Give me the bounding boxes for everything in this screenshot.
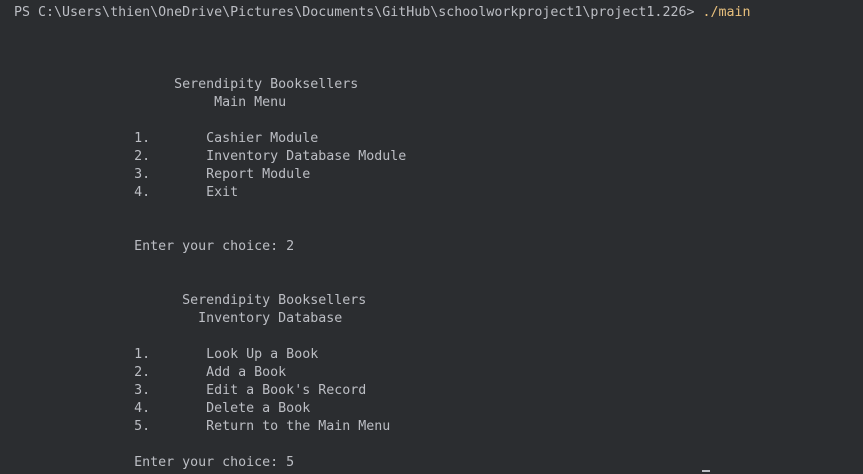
terminal-window[interactable]: PS C:\Users\thien\OneDrive\Pictures\Docu… [0, 0, 863, 474]
output-line: Serendipity Booksellers [14, 293, 367, 308]
text-cursor [702, 470, 710, 472]
output-line: 1. Look Up a Book [14, 347, 319, 362]
output-line: 2. Add a Book [14, 365, 287, 380]
prompt-command: ./main [702, 5, 751, 20]
output-line: 1. Cashier Module [14, 131, 319, 146]
output-line: Enter your choice: 5 [14, 455, 295, 470]
output-line: 4. Delete a Book [14, 401, 311, 416]
output-line: 3. Report Module [14, 167, 311, 182]
output-line: 2. Inventory Database Module [14, 149, 407, 164]
output-line: 5. Return to the Main Menu [14, 419, 391, 434]
output-line: Inventory Database [14, 311, 343, 326]
output-line: 4. Exit [14, 185, 239, 200]
output-line: Serendipity Booksellers [14, 77, 359, 92]
prompt-path: PS C:\Users\thien\OneDrive\Pictures\Docu… [14, 5, 703, 20]
output-line: 3. Edit a Book's Record [14, 383, 367, 398]
output-line: Main Menu [14, 95, 287, 110]
prompt-line: PS C:\Users\thien\OneDrive\Pictures\Docu… [14, 4, 751, 22]
output-line: Enter your choice: 2 [14, 239, 295, 254]
